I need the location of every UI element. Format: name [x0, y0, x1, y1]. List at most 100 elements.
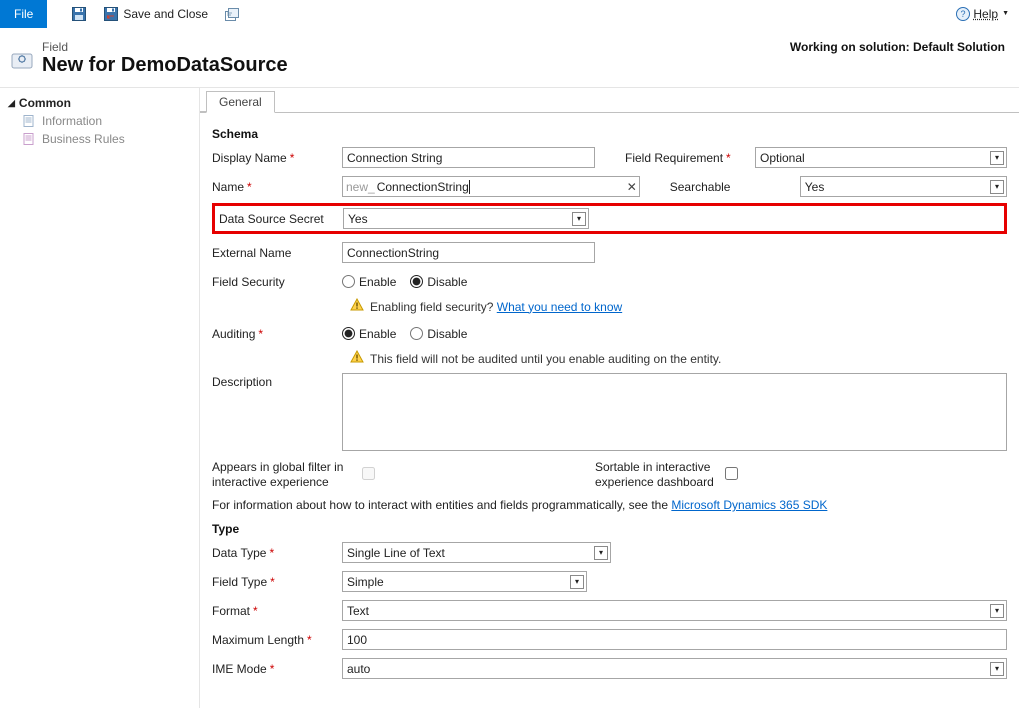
- publish-icon: [224, 6, 240, 22]
- help-label: Help: [973, 7, 998, 21]
- ime-mode-label: IME Mode: [212, 662, 267, 676]
- save-and-close-button[interactable]: Save and Close: [95, 0, 216, 28]
- appears-filter-checkbox[interactable]: [362, 467, 375, 480]
- section-type: Type: [212, 522, 1007, 536]
- name-value-display: ConnectionString: [377, 180, 470, 194]
- save-icon: [71, 6, 87, 22]
- chevron-down-icon: ▾: [990, 662, 1004, 676]
- data-type-value: Single Line of Text: [347, 546, 445, 560]
- auditing-radios: Enable Disable: [342, 327, 595, 341]
- max-length-input[interactable]: [342, 629, 1007, 650]
- tab-bar: General: [200, 90, 1019, 113]
- required-marker: *: [270, 575, 275, 589]
- data-type-select[interactable]: Single Line of Text ▾: [342, 542, 611, 563]
- radio-label: Enable: [359, 327, 396, 341]
- left-nav: ◢ Common Information Business Rules: [0, 88, 200, 708]
- field-type-label: Field Type: [212, 575, 267, 589]
- chevron-down-icon: ▾: [990, 180, 1004, 194]
- radio-label: Disable: [427, 275, 467, 289]
- ime-mode-select[interactable]: auto ▾: [342, 658, 1007, 679]
- required-marker: *: [247, 180, 252, 194]
- format-label: Format: [212, 604, 250, 618]
- publish-button[interactable]: [216, 0, 248, 28]
- radio-label: Enable: [359, 275, 396, 289]
- sdk-info-text: For information about how to interact wi…: [212, 498, 1007, 512]
- external-name-label: External Name: [212, 246, 291, 260]
- radio-label: Disable: [427, 327, 467, 341]
- solution-label: Working on solution: Default Solution: [790, 40, 1009, 54]
- max-length-label: Maximum Length: [212, 633, 304, 647]
- description-textarea[interactable]: [342, 373, 1007, 451]
- field-security-label: Field Security: [212, 275, 285, 289]
- auditing-note: This field will not be audited until you…: [212, 350, 1007, 367]
- name-label: Name: [212, 180, 244, 194]
- required-marker: *: [269, 546, 274, 560]
- clear-icon[interactable]: ✕: [625, 180, 639, 194]
- data-source-secret-select[interactable]: Yes ▾: [343, 208, 589, 229]
- nav-item-information[interactable]: Information: [0, 112, 199, 130]
- data-source-secret-label: Data Source Secret: [219, 212, 324, 226]
- nav-item-label: Business Rules: [42, 132, 125, 146]
- header-kicker: Field: [42, 40, 790, 54]
- chevron-down-icon: ▾: [570, 575, 584, 589]
- ime-mode-value: auto: [347, 662, 370, 676]
- rules-icon: [22, 132, 36, 146]
- field-requirement-select[interactable]: Optional ▾: [755, 147, 1007, 168]
- required-marker: *: [307, 633, 312, 647]
- required-marker: *: [290, 151, 295, 165]
- data-source-secret-row-highlight: Data Source Secret Yes ▾: [212, 203, 1007, 234]
- field-security-enable[interactable]: Enable: [342, 275, 396, 289]
- nav-item-business-rules[interactable]: Business Rules: [0, 130, 199, 148]
- page-title: New for DemoDataSource: [42, 54, 790, 77]
- auditing-disable[interactable]: Disable: [410, 327, 467, 341]
- field-security-link[interactable]: What you need to know: [497, 300, 622, 314]
- field-type-value: Simple: [347, 575, 384, 589]
- field-requirement-label: Field Requirement: [625, 151, 723, 165]
- save-and-close-label: Save and Close: [123, 7, 208, 21]
- appears-filter-label: Appears in global filter in interactive …: [212, 460, 343, 490]
- name-input[interactable]: [470, 178, 625, 195]
- note-text: This field will not be audited until you…: [370, 352, 721, 366]
- field-security-disable[interactable]: Disable: [410, 275, 467, 289]
- nav-group-common[interactable]: ◢ Common: [0, 94, 199, 112]
- display-name-input[interactable]: [342, 147, 595, 168]
- help-menu-button[interactable]: ? Help ▼: [955, 6, 1019, 22]
- required-marker: *: [258, 327, 263, 341]
- file-menu-button[interactable]: File: [0, 0, 47, 28]
- sortable-label: Sortable in interactive experience dashb…: [595, 460, 714, 490]
- body: ◢ Common Information Business Rules Gene…: [0, 87, 1019, 708]
- searchable-select[interactable]: Yes ▾: [800, 176, 1007, 197]
- nav-group-label: Common: [19, 96, 71, 110]
- tab-general[interactable]: General: [206, 91, 275, 113]
- auditing-label: Auditing: [212, 327, 255, 341]
- field-security-radios: Enable Disable: [342, 275, 595, 289]
- searchable-value: Yes: [805, 180, 825, 194]
- chevron-down-icon: ▾: [572, 212, 586, 226]
- entity-icon: [8, 46, 36, 74]
- warning-icon: [350, 298, 364, 315]
- command-bar: File Save and Close ? Help ▼: [0, 0, 1019, 28]
- data-type-label: Data Type: [212, 546, 266, 560]
- field-type-select[interactable]: Simple ▾: [342, 571, 587, 592]
- save-close-icon: [103, 6, 119, 22]
- sdk-link[interactable]: Microsoft Dynamics 365 SDK: [671, 498, 827, 512]
- chevron-down-icon: ▾: [990, 151, 1004, 165]
- required-marker: *: [726, 151, 731, 165]
- external-name-input[interactable]: [342, 242, 595, 263]
- chevron-down-icon: ▾: [990, 604, 1004, 618]
- nav-item-label: Information: [42, 114, 102, 128]
- note-text: Enabling field security?: [370, 300, 497, 314]
- searchable-label: Searchable: [670, 180, 731, 194]
- required-marker: *: [253, 604, 258, 618]
- main-area: General Schema Display Name* Field Requi…: [200, 88, 1019, 708]
- format-value: Text: [347, 604, 369, 618]
- save-button[interactable]: [63, 0, 95, 28]
- required-marker: *: [270, 662, 275, 676]
- warning-icon: [350, 350, 364, 367]
- chevron-down-icon: ▼: [1002, 10, 1009, 17]
- format-select[interactable]: Text ▾: [342, 600, 1007, 621]
- document-icon: [22, 114, 36, 128]
- auditing-enable[interactable]: Enable: [342, 327, 396, 341]
- sortable-checkbox[interactable]: [725, 467, 738, 480]
- field-security-note: Enabling field security? What you need t…: [212, 298, 1007, 315]
